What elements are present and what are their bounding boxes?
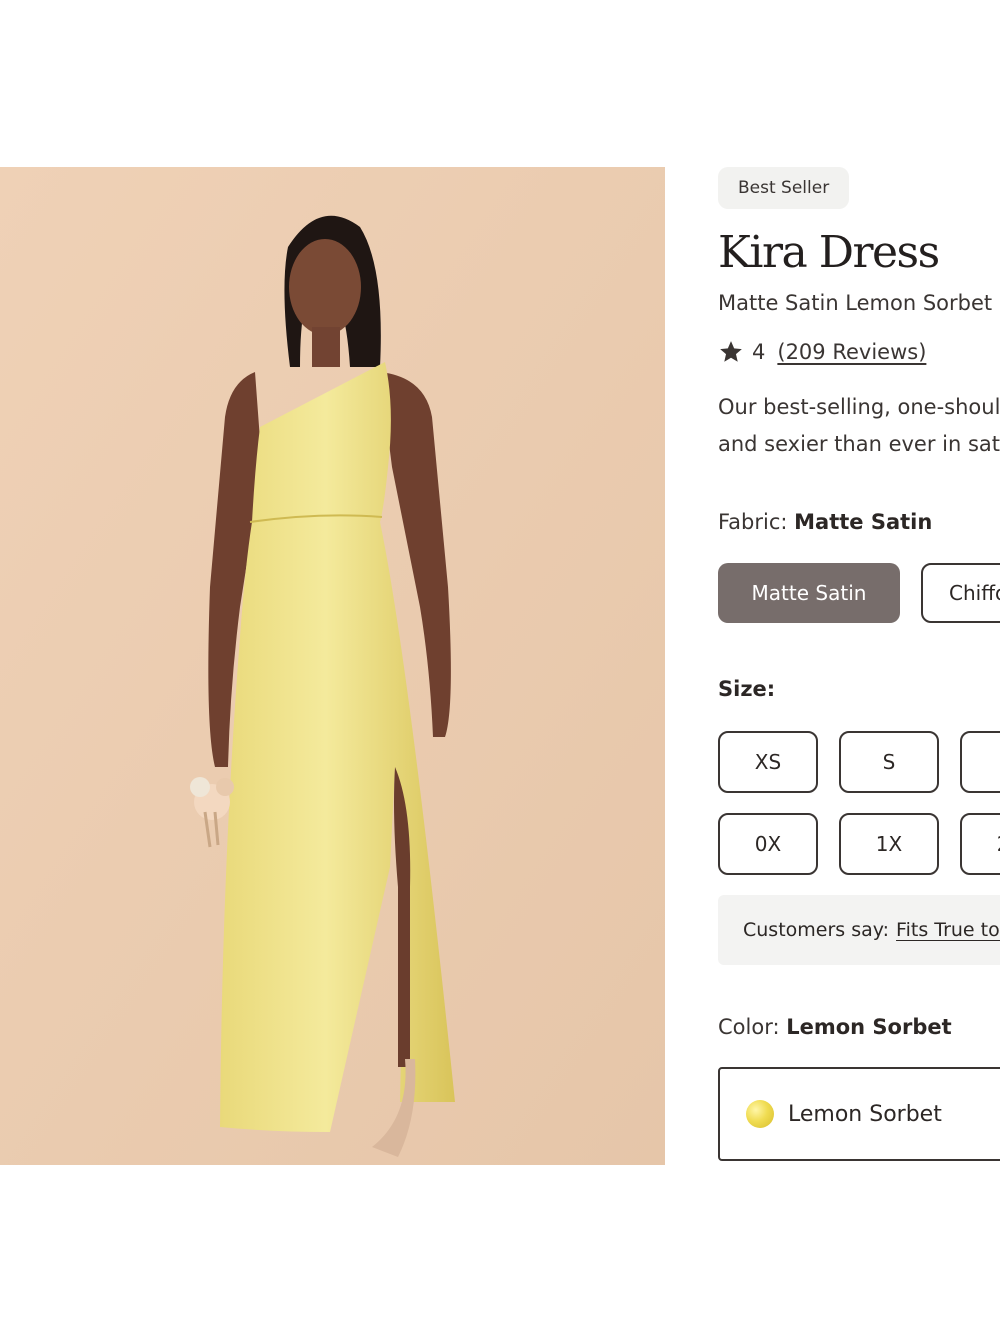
color-label: Color: Lemon Sorbet [718, 1015, 952, 1039]
size-option-xs[interactable]: XS [718, 731, 818, 793]
star-icon [720, 341, 742, 362]
fit-prefix: Customers say: [743, 919, 890, 941]
color-option-label: Lemon Sorbet [788, 1101, 942, 1127]
color-label-text: Color: [718, 1015, 780, 1039]
product-subtitle: Matte Satin Lemon Sorbet [718, 291, 993, 315]
size-option-0x[interactable]: 0X [718, 813, 818, 875]
size-label-text: Size: [718, 677, 776, 701]
color-option-lemon-sorbet[interactable]: Lemon Sorbet [718, 1067, 1000, 1161]
product-photo[interactable] [0, 167, 665, 1165]
size-label: Size: [718, 677, 775, 701]
size-option-2x[interactable]: 2X [960, 813, 1000, 875]
fabric-option-matte-satin[interactable]: Matte Satin [718, 563, 900, 623]
fabric-option-chiffon[interactable]: Chiffon [921, 563, 1000, 623]
fabric-selected-value: Matte Satin [794, 510, 933, 534]
size-option-m[interactable]: M [960, 731, 1000, 793]
fabric-label-text: Fabric: [718, 510, 788, 534]
product-info-panel: Best Seller Kira Dress Matte Satin Lemon… [718, 167, 1000, 1167]
description-line: and sexier than ever in satin [718, 432, 1000, 456]
size-option-1x[interactable]: 1X [839, 813, 939, 875]
fabric-label: Fabric: Matte Satin [718, 510, 932, 534]
best-seller-badge: Best Seller [718, 167, 850, 209]
size-option-s[interactable]: S [839, 731, 939, 793]
product-title: Kira Dress [718, 227, 940, 278]
color-swatch-icon [746, 1100, 774, 1128]
product-description: Our best-selling, one-shoulder and sexie… [718, 389, 1000, 463]
fit-summary: Customers say: Fits True to Size [718, 895, 1000, 965]
description-line: Our best-selling, one-shoulder [718, 395, 1000, 419]
rating-value: 4 [752, 340, 766, 364]
fit-link[interactable]: Fits True to Size [896, 919, 1000, 941]
color-selected-value: Lemon Sorbet [786, 1015, 952, 1039]
product-rating: 4 (209 Reviews) [718, 339, 926, 365]
reviews-link[interactable]: (209 Reviews) [777, 340, 926, 364]
